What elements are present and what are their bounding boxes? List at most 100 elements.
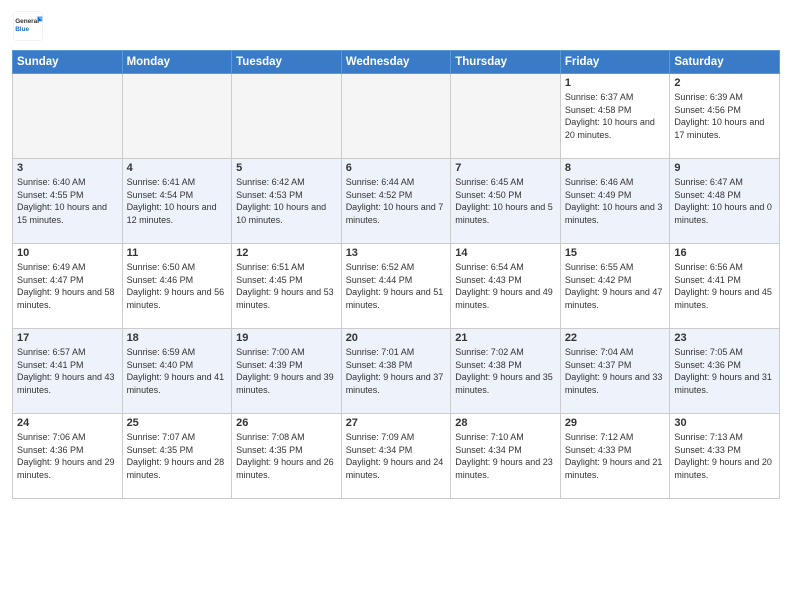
- day-number: 19: [236, 332, 337, 344]
- calendar-cell: 11 Sunrise: 6:50 AM Sunset: 4:46 PM Dayli…: [122, 244, 232, 329]
- calendar-cell: 21 Sunrise: 7:02 AM Sunset: 4:38 PM Dayli…: [451, 329, 561, 414]
- day-info: Sunrise: 6:44 AM Sunset: 4:52 PM Dayligh…: [346, 176, 447, 226]
- week-row-4: 17Sunrise: 6:57 AM Sunset: 4:41 PM Dayli…: [13, 329, 780, 414]
- calendar-cell: 16 Sunrise: 6:56 AM Sunset: 4:41 PM Dayli…: [670, 244, 780, 329]
- day-info: Sunrise: 7:05 AM Sunset: 4:36 PM Dayligh…: [674, 346, 775, 396]
- day-info: Sunrise: 6:40 AM Sunset: 4:55 PM Dayligh…: [17, 176, 118, 226]
- week-row-1: 1 Sunrise: 6:37 AM Sunset: 4:58 PM Daylig…: [13, 74, 780, 159]
- day-number: 27: [346, 417, 447, 429]
- day-number: 14: [455, 247, 556, 259]
- weekday-header-tuesday: Tuesday: [232, 51, 342, 74]
- calendar-cell: 28 Sunrise: 7:10 AM Sunset: 4:34 PM Dayli…: [451, 414, 561, 499]
- svg-text:Blue: Blue: [15, 26, 29, 33]
- day-number: 28: [455, 417, 556, 429]
- day-number: 30: [674, 417, 775, 429]
- day-number: 10: [17, 247, 118, 259]
- svg-text:General: General: [15, 18, 39, 25]
- day-info: Sunrise: 6:59 AM Sunset: 4:40 PM Dayligh…: [127, 346, 228, 396]
- day-number: 22: [565, 332, 666, 344]
- calendar-cell: 9Sunrise: 6:47 AM Sunset: 4:48 PM Daylig…: [670, 159, 780, 244]
- calendar-cell: 7 Sunrise: 6:45 AM Sunset: 4:50 PM Daylig…: [451, 159, 561, 244]
- day-number: 6: [346, 162, 447, 174]
- day-number: 2: [674, 77, 775, 89]
- day-number: 11: [127, 247, 228, 259]
- calendar-cell: 14 Sunrise: 6:54 AM Sunset: 4:43 PM Dayli…: [451, 244, 561, 329]
- calendar-cell: 10 Sunrise: 6:49 AM Sunset: 4:47 PM Dayli…: [13, 244, 123, 329]
- header-row: General Blue: [12, 10, 780, 42]
- day-info: Sunrise: 6:56 AM Sunset: 4:41 PM Dayligh…: [674, 261, 775, 311]
- calendar-cell: 22 Sunrise: 7:04 AM Sunset: 4:37 PM Dayli…: [560, 329, 670, 414]
- calendar-cell: 30 Sunrise: 7:13 AM Sunset: 4:33 PM Dayli…: [670, 414, 780, 499]
- week-row-3: 10 Sunrise: 6:49 AM Sunset: 4:47 PM Dayli…: [13, 244, 780, 329]
- weekday-header-wednesday: Wednesday: [341, 51, 451, 74]
- day-number: 3: [17, 162, 118, 174]
- day-info: Sunrise: 7:09 AM Sunset: 4:34 PM Dayligh…: [346, 431, 447, 481]
- calendar-cell: 3 Sunrise: 6:40 AM Sunset: 4:55 PM Daylig…: [13, 159, 123, 244]
- day-info: Sunrise: 6:50 AM Sunset: 4:46 PM Dayligh…: [127, 261, 228, 311]
- day-info: Sunrise: 7:07 AM Sunset: 4:35 PM Dayligh…: [127, 431, 228, 481]
- calendar-cell: [122, 74, 232, 159]
- calendar-cell: [13, 74, 123, 159]
- day-info: Sunrise: 7:08 AM Sunset: 4:35 PM Dayligh…: [236, 431, 337, 481]
- weekday-header-sunday: Sunday: [13, 51, 123, 74]
- day-number: 25: [127, 417, 228, 429]
- weekday-header-friday: Friday: [560, 51, 670, 74]
- calendar-cell: [451, 74, 561, 159]
- calendar-cell: 27 Sunrise: 7:09 AM Sunset: 4:34 PM Dayli…: [341, 414, 451, 499]
- calendar-cell: 20Sunrise: 7:01 AM Sunset: 4:38 PM Dayli…: [341, 329, 451, 414]
- day-number: 16: [674, 247, 775, 259]
- calendar-cell: 13 Sunrise: 6:52 AM Sunset: 4:44 PM Dayli…: [341, 244, 451, 329]
- day-number: 18: [127, 332, 228, 344]
- day-info: Sunrise: 6:45 AM Sunset: 4:50 PM Dayligh…: [455, 176, 556, 226]
- calendar-cell: [232, 74, 342, 159]
- day-info: Sunrise: 6:57 AM Sunset: 4:41 PM Dayligh…: [17, 346, 118, 396]
- calendar-cell: 19 Sunrise: 7:00 AM Sunset: 4:39 PM Dayli…: [232, 329, 342, 414]
- calendar-cell: 12Sunrise: 6:51 AM Sunset: 4:45 PM Dayli…: [232, 244, 342, 329]
- day-info: Sunrise: 6:42 AM Sunset: 4:53 PM Dayligh…: [236, 176, 337, 226]
- day-info: Sunrise: 6:46 AM Sunset: 4:49 PM Dayligh…: [565, 176, 666, 226]
- day-number: 7: [455, 162, 556, 174]
- week-row-5: 24Sunrise: 7:06 AM Sunset: 4:36 PM Dayli…: [13, 414, 780, 499]
- calendar-cell: 2Sunrise: 6:39 AM Sunset: 4:56 PM Daylig…: [670, 74, 780, 159]
- calendar-cell: 29Sunrise: 7:12 AM Sunset: 4:33 PM Dayli…: [560, 414, 670, 499]
- logo-icon: General Blue: [12, 10, 44, 42]
- weekday-header-monday: Monday: [122, 51, 232, 74]
- calendar-cell: 15 Sunrise: 6:55 AM Sunset: 4:42 PM Dayli…: [560, 244, 670, 329]
- calendar-cell: 17Sunrise: 6:57 AM Sunset: 4:41 PM Dayli…: [13, 329, 123, 414]
- day-number: 15: [565, 247, 666, 259]
- logo: General Blue: [12, 10, 48, 42]
- calendar-cell: 23 Sunrise: 7:05 AM Sunset: 4:36 PM Dayli…: [670, 329, 780, 414]
- day-number: 12: [236, 247, 337, 259]
- calendar-cell: 6 Sunrise: 6:44 AM Sunset: 4:52 PM Daylig…: [341, 159, 451, 244]
- day-info: Sunrise: 7:02 AM Sunset: 4:38 PM Dayligh…: [455, 346, 556, 396]
- day-number: 8: [565, 162, 666, 174]
- day-number: 23: [674, 332, 775, 344]
- calendar-cell: 1 Sunrise: 6:37 AM Sunset: 4:58 PM Daylig…: [560, 74, 670, 159]
- page-container: General Blue SundayMondayTuesdayWednesda…: [0, 0, 792, 505]
- day-number: 21: [455, 332, 556, 344]
- day-number: 20: [346, 332, 447, 344]
- calendar-cell: 18 Sunrise: 6:59 AM Sunset: 4:40 PM Dayli…: [122, 329, 232, 414]
- day-info: Sunrise: 6:41 AM Sunset: 4:54 PM Dayligh…: [127, 176, 228, 226]
- day-info: Sunrise: 6:52 AM Sunset: 4:44 PM Dayligh…: [346, 261, 447, 311]
- day-info: Sunrise: 6:54 AM Sunset: 4:43 PM Dayligh…: [455, 261, 556, 311]
- calendar-cell: 4 Sunrise: 6:41 AM Sunset: 4:54 PM Daylig…: [122, 159, 232, 244]
- day-info: Sunrise: 6:49 AM Sunset: 4:47 PM Dayligh…: [17, 261, 118, 311]
- day-info: Sunrise: 7:00 AM Sunset: 4:39 PM Dayligh…: [236, 346, 337, 396]
- calendar-cell: 5Sunrise: 6:42 AM Sunset: 4:53 PM Daylig…: [232, 159, 342, 244]
- day-info: Sunrise: 6:55 AM Sunset: 4:42 PM Dayligh…: [565, 261, 666, 311]
- calendar-cell: 24Sunrise: 7:06 AM Sunset: 4:36 PM Dayli…: [13, 414, 123, 499]
- day-info: Sunrise: 7:04 AM Sunset: 4:37 PM Dayligh…: [565, 346, 666, 396]
- day-info: Sunrise: 6:37 AM Sunset: 4:58 PM Dayligh…: [565, 91, 666, 141]
- calendar-table: SundayMondayTuesdayWednesdayThursdayFrid…: [12, 50, 780, 499]
- calendar-cell: [341, 74, 451, 159]
- week-row-2: 3 Sunrise: 6:40 AM Sunset: 4:55 PM Daylig…: [13, 159, 780, 244]
- calendar-cell: 26Sunrise: 7:08 AM Sunset: 4:35 PM Dayli…: [232, 414, 342, 499]
- calendar-cell: 25 Sunrise: 7:07 AM Sunset: 4:35 PM Dayli…: [122, 414, 232, 499]
- day-number: 4: [127, 162, 228, 174]
- day-number: 1: [565, 77, 666, 89]
- day-info: Sunrise: 7:10 AM Sunset: 4:34 PM Dayligh…: [455, 431, 556, 481]
- day-number: 13: [346, 247, 447, 259]
- day-info: Sunrise: 7:13 AM Sunset: 4:33 PM Dayligh…: [674, 431, 775, 481]
- weekday-header-thursday: Thursday: [451, 51, 561, 74]
